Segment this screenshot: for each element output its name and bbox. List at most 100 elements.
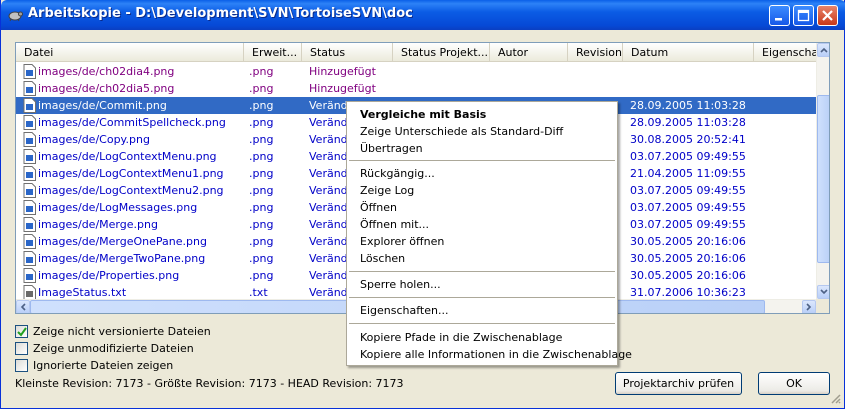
working-copy-window: Arbeitskopie - D:\Development\SVN\Tortoi… xyxy=(0,0,845,409)
menu-item-compare-base[interactable]: Vergleiche mit Basis xyxy=(347,106,617,123)
row-extension: .png xyxy=(249,167,274,180)
row-path: images/de/MergeOnePane.png xyxy=(38,235,207,248)
show-unmodified-label: Zeige unmodifizierte Dateien xyxy=(33,342,194,355)
row-extension: .png xyxy=(249,218,274,231)
row-extension: .png xyxy=(249,65,274,78)
image-file-icon xyxy=(23,115,36,130)
row-extension: .png xyxy=(249,133,274,146)
context-menu: Vergleiche mit Basis Zeige Unterschiede … xyxy=(346,101,632,366)
row-date: 03.07.2005 09:49:55 xyxy=(630,150,746,163)
column-header-file[interactable]: Datei xyxy=(16,43,244,62)
window-title: Arbeitskopie - D:\Development\SVN\Tortoi… xyxy=(28,6,413,21)
chevron-down-icon xyxy=(820,289,828,295)
row-path: images/de/Merge.png xyxy=(38,218,158,231)
menu-separator xyxy=(349,160,615,161)
row-date xyxy=(630,80,760,97)
menu-separator xyxy=(349,323,615,324)
scrollbar-corner xyxy=(816,299,829,313)
image-file-icon xyxy=(23,98,36,113)
scroll-left-button[interactable] xyxy=(16,300,30,313)
row-extension: .png xyxy=(249,235,274,248)
row-path: images/de/LogContextMenu2.png xyxy=(38,184,224,197)
menu-item-copy-paths[interactable]: Kopiere Pfade in die Zwischenablage xyxy=(347,329,617,346)
close-icon xyxy=(822,10,833,21)
row-extension: .png xyxy=(249,99,274,112)
image-file-icon xyxy=(23,268,36,283)
image-file-icon xyxy=(23,183,36,198)
menu-item-open[interactable]: Öffnen xyxy=(347,199,617,216)
row-date: 30.05.2005 20:16:06 xyxy=(630,269,746,282)
image-file-icon xyxy=(23,166,36,181)
text-file-icon xyxy=(23,285,36,300)
menu-item-show-diff[interactable]: Zeige Unterschiede als Standard-Diff xyxy=(347,123,617,140)
menu-item-explorer-open[interactable]: Explorer öffnen xyxy=(347,233,617,250)
tortoise-app-icon xyxy=(8,11,23,22)
image-file-icon xyxy=(23,217,36,232)
row-path: images/de/ch02dia5.png xyxy=(38,82,175,95)
row-extension: .png xyxy=(249,150,274,163)
chevron-left-icon xyxy=(20,303,26,311)
show-unmodified-checkbox[interactable] xyxy=(15,342,28,355)
menu-item-delete[interactable]: Löschen xyxy=(347,250,617,267)
chevron-up-icon xyxy=(820,47,828,53)
row-extension: .png xyxy=(249,116,274,129)
menu-item-open-with[interactable]: Öffnen mit... xyxy=(347,216,617,233)
maximize-icon xyxy=(797,9,810,22)
row-extension: .png xyxy=(249,201,274,214)
revision-status-text: Kleinste Revision: 7173 - Größte Revisio… xyxy=(15,377,404,390)
title-bar[interactable]: Arbeitskopie - D:\Development\SVN\Tortoi… xyxy=(1,0,845,30)
check-repository-button[interactable]: Projektarchiv prüfen xyxy=(615,372,742,395)
scroll-down-button[interactable] xyxy=(817,285,829,299)
image-file-icon xyxy=(23,81,36,96)
row-date: 30.08.2005 20:52:41 xyxy=(630,133,746,146)
minimize-icon xyxy=(775,18,782,21)
image-file-icon xyxy=(23,64,36,79)
menu-item-properties[interactable]: Eigenschaften... xyxy=(347,302,617,319)
menu-separator xyxy=(349,297,615,298)
column-header-author[interactable]: Autor xyxy=(490,43,568,62)
menu-separator xyxy=(349,271,615,272)
scroll-up-button[interactable] xyxy=(817,43,829,57)
row-path: images/de/ch02dia4.png xyxy=(38,65,175,78)
menu-item-get-lock[interactable]: Sperre holen... xyxy=(347,276,617,293)
resize-grip-icon[interactable] xyxy=(829,392,841,404)
row-date: 03.07.2005 09:49:55 xyxy=(630,218,746,231)
image-file-icon xyxy=(23,251,36,266)
column-header-properties[interactable]: Eigenschaf xyxy=(754,43,824,62)
menu-item-revert[interactable]: Rückgängig... xyxy=(347,165,617,182)
row-status: Hinzugefügt xyxy=(309,65,376,78)
show-unversioned-checkbox[interactable] xyxy=(15,325,28,338)
menu-item-copy-all[interactable]: Kopiere alle Informationen in die Zwisch… xyxy=(347,346,632,363)
row-date: 03.07.2005 09:49:55 xyxy=(630,201,746,214)
image-file-icon xyxy=(23,200,36,215)
column-header-extension[interactable]: Erweit... xyxy=(244,43,302,62)
menu-item-show-log[interactable]: Zeige Log xyxy=(347,182,617,199)
image-file-icon xyxy=(23,149,36,164)
row-path: images/de/CommitSpellcheck.png xyxy=(38,116,226,129)
row-path: images/de/Copy.png xyxy=(38,133,150,146)
column-header-date[interactable]: Datum xyxy=(623,43,754,62)
list-header: Datei Erweit... Status Status Projekt...… xyxy=(16,43,822,62)
vertical-scroll-thumb[interactable] xyxy=(817,95,829,263)
maximize-button[interactable] xyxy=(793,5,814,26)
show-ignored-label: Ignorierte Dateien zeigen xyxy=(33,359,174,372)
show-ignored-checkbox[interactable] xyxy=(15,359,28,372)
menu-item-commit[interactable]: Übertragen xyxy=(347,140,617,157)
ok-button[interactable]: OK xyxy=(758,372,830,395)
column-header-revision[interactable]: Revision xyxy=(568,43,623,62)
vertical-scrollbar[interactable] xyxy=(816,43,829,299)
column-header-repo-status[interactable]: Status Projekt... xyxy=(393,43,490,62)
table-row[interactable]: images/de/ch02dia5.png .png Hinzugefügt xyxy=(16,80,816,97)
row-status: Hinzugefügt xyxy=(309,82,376,95)
minimize-button[interactable] xyxy=(769,5,790,26)
scroll-right-button[interactable] xyxy=(802,300,816,313)
image-file-icon xyxy=(23,132,36,147)
checkmark-icon xyxy=(17,327,27,337)
row-path: images/de/LogContextMenu1.png xyxy=(38,167,224,180)
close-button[interactable] xyxy=(817,5,838,26)
row-date: 30.05.2005 20:16:06 xyxy=(630,235,746,248)
row-date: 28.09.2005 11:03:28 xyxy=(630,99,746,112)
table-row[interactable]: images/de/ch02dia4.png .png Hinzugefügt xyxy=(16,63,816,80)
row-path: images/de/LogMessages.png xyxy=(38,201,198,214)
column-header-status[interactable]: Status xyxy=(302,43,393,62)
